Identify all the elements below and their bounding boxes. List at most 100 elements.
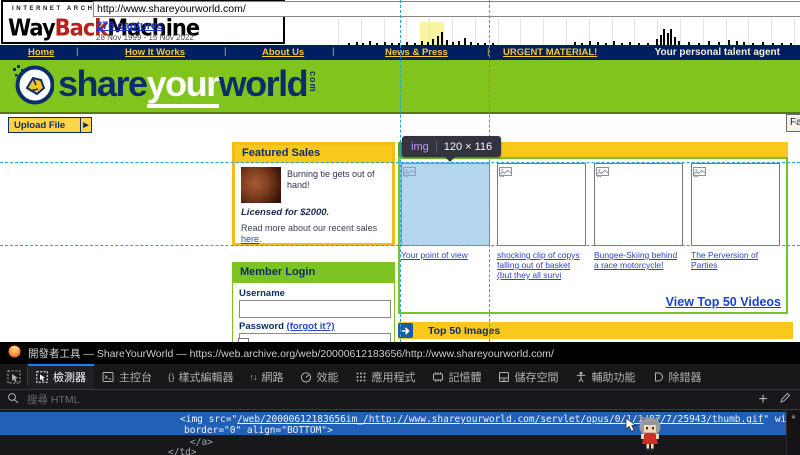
- upload-file-label: Upload File: [14, 120, 65, 131]
- timeline-tick: [794, 18, 795, 45]
- upload-arrow-icon[interactable]: ▶: [80, 118, 91, 132]
- readmore-text: Read more about our recent sales: [241, 223, 377, 233]
- forgot-password-link[interactable]: (forgot it?): [287, 321, 335, 332]
- tab-performance[interactable]: 效能: [292, 364, 347, 389]
- code-line-img-wrap[interactable]: border="0" align="BOTTOM">: [184, 425, 333, 436]
- readmore-here-link[interactable]: here: [241, 234, 259, 244]
- wayback-url-input[interactable]: [93, 1, 800, 17]
- timeline-tick: [680, 18, 681, 45]
- timeline-tick: [520, 18, 521, 45]
- logo-com: com: [308, 71, 318, 93]
- storage-icon: [498, 371, 510, 383]
- timeline-capture-bar[interactable]: [670, 29, 672, 45]
- upload-file-button[interactable]: Upload File ▶: [8, 117, 92, 133]
- timeline-tick: [475, 18, 476, 45]
- code-line-img[interactable]: <img src="/web/20000612183656im_/http://…: [180, 414, 800, 425]
- pick-element-icon[interactable]: [0, 367, 28, 386]
- view-top50-videos-link[interactable]: View Top 50 Videos: [666, 295, 781, 309]
- guide-line-vertical: [400, 0, 401, 342]
- tab-debugger[interactable]: 除錯器: [644, 364, 710, 389]
- timeline-capture-bar[interactable]: [464, 38, 466, 45]
- devtools-tabbar: 檢測器 主控台 { } 樣式編輯器 ↑↓ 網路效能應用程式記憶體 儲存空間輔助功能 除錯器: [0, 364, 800, 389]
- console-icon: [102, 371, 114, 383]
- username-field[interactable]: [239, 300, 391, 318]
- add-node-icon[interactable]: +: [755, 391, 771, 409]
- timeline-capture-bar[interactable]: [660, 35, 662, 45]
- devtools-markup-view: <img src="/web/20000612183656im_/http://…: [0, 410, 800, 455]
- video-thumbnail-placeholder[interactable]: [691, 163, 780, 246]
- scrollbar-up-icon[interactable]: ▲: [787, 410, 800, 420]
- guide-line-horizontal: [0, 245, 800, 246]
- video-thumbnail-placeholder[interactable]: [497, 163, 586, 246]
- devtools-titlebar: 開發者工具 — ShareYourWorld — https://web.arc…: [0, 342, 800, 364]
- search-html-input[interactable]: [25, 393, 749, 407]
- member-login-body: Username Password (forgot it?): [233, 283, 394, 351]
- tab-label: 除錯器: [669, 369, 702, 385]
- featured-sale-thumbnail[interactable]: [241, 167, 281, 203]
- logo-your: your: [147, 63, 219, 108]
- tab-inspector[interactable]: 檢測器: [28, 364, 94, 389]
- devtools-search-row: +: [0, 389, 800, 410]
- faq-button[interactable]: Faq: [786, 114, 800, 132]
- member-login-title: Member Login: [233, 263, 394, 283]
- video-thumbnail-placeholder[interactable]: [594, 163, 683, 246]
- readmore-period: .: [259, 234, 262, 244]
- network-icon: ↑↓: [250, 372, 257, 382]
- tab-label: 檢測器: [53, 369, 86, 385]
- tab-memory[interactable]: 記憶體: [424, 364, 490, 389]
- tab-network[interactable]: ↑↓ 網路: [242, 364, 292, 389]
- code-src-link[interactable]: /web/20000612183656im_/http://www.sharey…: [237, 414, 763, 425]
- screen: INTERNET ARCHIVE WayBackMachine 276 capt…: [0, 0, 800, 455]
- logo-world: world: [219, 63, 308, 104]
- timeline-capture-bar[interactable]: [667, 33, 669, 45]
- timeline-tick: [703, 18, 704, 45]
- tab-storage[interactable]: 儲存空間: [490, 364, 567, 389]
- code-scrollbar[interactable]: ▲: [786, 410, 800, 455]
- timeline-tick: [452, 18, 453, 45]
- tooltip-tag-name: img: [411, 141, 429, 153]
- timeline-capture-bar[interactable]: [674, 37, 676, 45]
- nav-item-news-press[interactable]: News & Press: [385, 47, 448, 58]
- video-caption-link[interactable]: Your point of view: [401, 250, 490, 260]
- video-caption-link[interactable]: shocking clip of copys falling out of ba…: [497, 250, 586, 280]
- video-caption-link[interactable]: The Perversion of Parties: [691, 250, 780, 270]
- tab-accessibility[interactable]: 輔助功能: [567, 364, 644, 389]
- guide-line-horizontal: [0, 162, 800, 163]
- application-icon: [355, 371, 367, 383]
- devtools-panel: 開發者工具 — ShareYourWorld — https://web.arc…: [0, 342, 800, 455]
- code-line-close-td[interactable]: </td>: [168, 447, 197, 455]
- timeline-capture-bar[interactable]: [437, 36, 439, 45]
- nav-separator: |: [76, 46, 78, 57]
- eyedropper-icon[interactable]: [777, 391, 793, 409]
- tab-application[interactable]: 應用程式: [347, 364, 424, 389]
- tab-label: 樣式編輯器: [179, 369, 234, 385]
- tab-label: 網路: [262, 369, 284, 385]
- timeline-capture-bar[interactable]: [441, 32, 443, 45]
- code-img-open: <img src=": [180, 414, 237, 425]
- timeline-tick: [566, 18, 567, 45]
- nav-item-urgent-material[interactable]: URGENT MATERIAL!: [503, 47, 597, 58]
- nav-item-how-it-works[interactable]: How It Works: [125, 47, 185, 58]
- captures-link[interactable]: 276 captures: [96, 20, 163, 32]
- tab-label: 主控台: [119, 369, 152, 385]
- site-logo[interactable]: shareyourworldcom: [58, 63, 318, 105]
- tagline: Your personal talent agent: [655, 47, 780, 58]
- guide-line-vertical: [489, 0, 490, 342]
- tooltip-divider: [436, 141, 437, 153]
- tab-style-editor[interactable]: { } 樣式編輯器: [160, 364, 242, 389]
- nav-item-home[interactable]: Home: [28, 47, 54, 58]
- timeline-capture-bar[interactable]: [663, 29, 665, 45]
- tab-label: 儲存空間: [515, 369, 559, 385]
- top50-images-bar[interactable]: Top 50 Images: [398, 322, 793, 339]
- style-editor-icon: { }: [168, 372, 174, 382]
- firefox-icon: [8, 345, 21, 361]
- highlighted-element-overlay: [400, 162, 490, 246]
- broken-image-icon: [596, 165, 609, 183]
- featured-sales-readmore: Read more about our recent sales here.: [241, 223, 386, 245]
- nav-item-about-us[interactable]: About Us: [262, 47, 304, 58]
- nav-separator: |: [224, 46, 226, 57]
- devtools-title: 開發者工具 — ShareYourWorld — https://web.arc…: [28, 346, 554, 361]
- video-caption-link[interactable]: Bungee-Skiing behind a race motorcycle!: [594, 250, 683, 270]
- timeline-tick: [429, 18, 430, 45]
- tab-console[interactable]: 主控台: [94, 364, 160, 389]
